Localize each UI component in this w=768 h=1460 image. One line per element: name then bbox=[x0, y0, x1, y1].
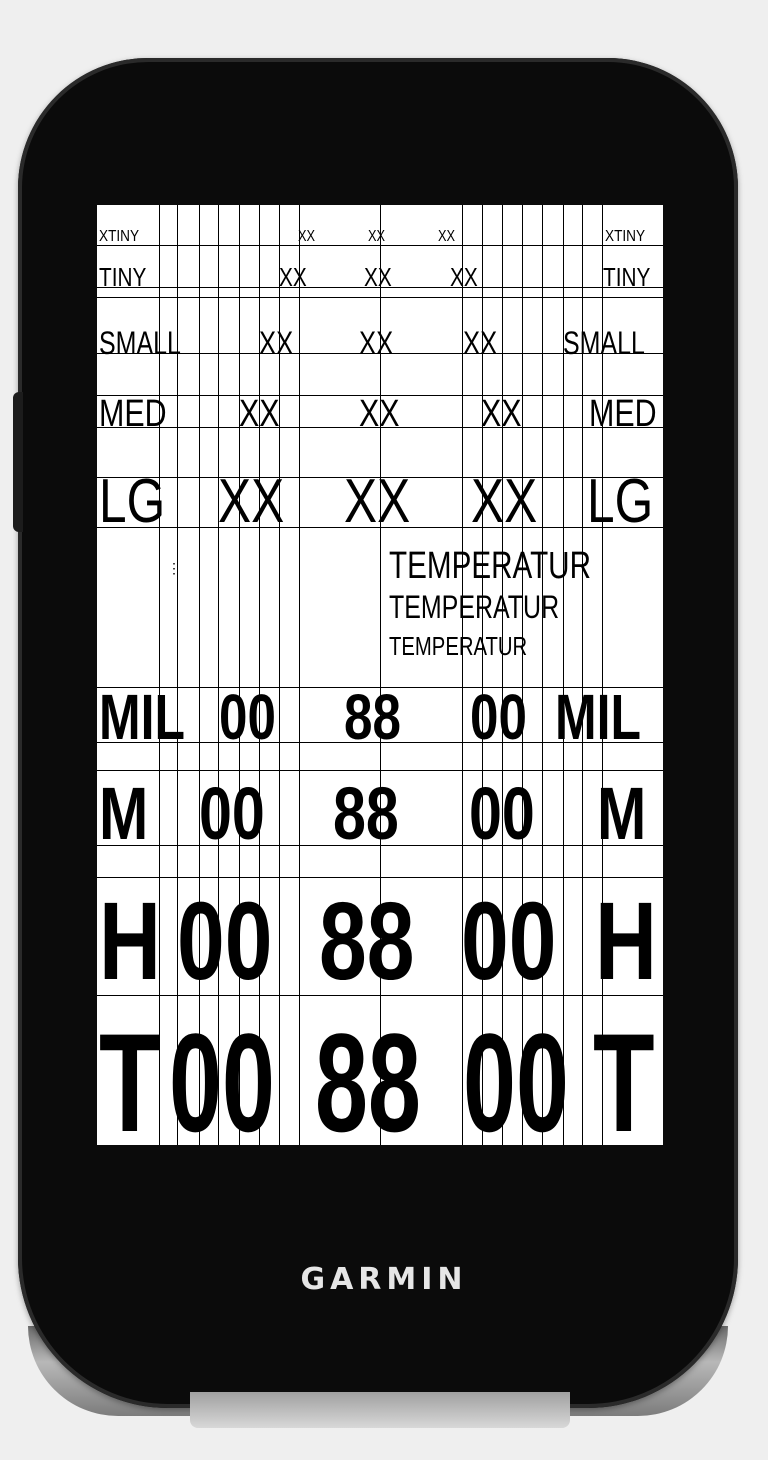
row-lg-left: LG bbox=[99, 467, 166, 536]
garmin-logo: GARMIN bbox=[300, 1262, 468, 1297]
row-mil-right: MIL bbox=[555, 681, 641, 753]
row-xtiny-col2: XX bbox=[368, 228, 386, 245]
grid-line bbox=[97, 770, 663, 771]
grid-line bbox=[97, 877, 663, 878]
row-m-left: M bbox=[99, 772, 149, 855]
row-lg-col1: XX bbox=[218, 467, 285, 536]
row-mil-left: MIL bbox=[99, 681, 185, 753]
temperature-label-small: TEMPERATUR bbox=[389, 631, 528, 661]
row-h-col3: 00 bbox=[461, 880, 557, 1003]
row-t-left: T bbox=[99, 1004, 161, 1146]
row-med-col1: XX bbox=[239, 393, 280, 435]
row-small-right: SMALL bbox=[563, 325, 645, 361]
row-mil-col2: 88 bbox=[344, 681, 401, 753]
row-t-col2: 88 bbox=[315, 1004, 421, 1146]
row-t-col1: 00 bbox=[169, 1004, 275, 1146]
row-tiny-left: TINY bbox=[99, 262, 147, 292]
row-tiny-right: TINY bbox=[603, 262, 651, 292]
row-small-left: SMALL bbox=[99, 325, 181, 361]
row-small-col2: XX bbox=[359, 325, 394, 361]
row-m-right: M bbox=[597, 772, 647, 855]
row-small-col1: XX bbox=[259, 325, 294, 361]
display-screen[interactable]: XTINY XX XX XX XTINY TINY XX XX XX TINY … bbox=[97, 205, 663, 1145]
row-mil-col3: 00 bbox=[470, 681, 527, 753]
row-m-col1: 00 bbox=[199, 772, 265, 855]
row-xtiny-left: XTINY bbox=[99, 228, 140, 245]
row-xtiny-col3: XX bbox=[438, 228, 456, 245]
row-med-col3: XX bbox=[481, 393, 522, 435]
row-lg-col2: XX bbox=[344, 467, 411, 536]
side-power-button[interactable] bbox=[13, 392, 23, 532]
temperature-label-medium: TEMPERATUR bbox=[389, 589, 560, 625]
row-med-left: MED bbox=[99, 393, 167, 435]
row-h-col1: 00 bbox=[177, 880, 273, 1003]
row-tiny-col3: XX bbox=[450, 262, 478, 292]
row-tiny-col2: XX bbox=[364, 262, 392, 292]
row-xtiny-col1: XX bbox=[298, 228, 316, 245]
row-h-right: H bbox=[595, 880, 657, 1003]
row-t-col3: 00 bbox=[463, 1004, 569, 1146]
row-h-left: H bbox=[99, 880, 161, 1003]
row-tiny-col1: XX bbox=[279, 262, 307, 292]
dotted-marker: ⋮ bbox=[167, 560, 181, 576]
row-med-right: MED bbox=[589, 393, 657, 435]
row-h-col2: 88 bbox=[319, 880, 415, 1003]
row-med-col2: XX bbox=[359, 393, 400, 435]
row-mil-col1: 00 bbox=[219, 681, 276, 753]
row-lg-right: LG bbox=[587, 467, 654, 536]
grid-line bbox=[97, 297, 663, 298]
grid-line bbox=[97, 245, 663, 246]
row-xtiny-right: XTINY bbox=[605, 228, 646, 245]
row-m-col2: 88 bbox=[333, 772, 399, 855]
row-small-col3: XX bbox=[463, 325, 498, 361]
bottom-mount bbox=[190, 1392, 570, 1428]
temperature-label-large: TEMPERATUR bbox=[389, 545, 591, 587]
row-t-right: T bbox=[593, 1004, 655, 1146]
grid-line bbox=[299, 205, 300, 1145]
row-lg-col3: XX bbox=[471, 467, 538, 536]
row-m-col3: 00 bbox=[469, 772, 535, 855]
